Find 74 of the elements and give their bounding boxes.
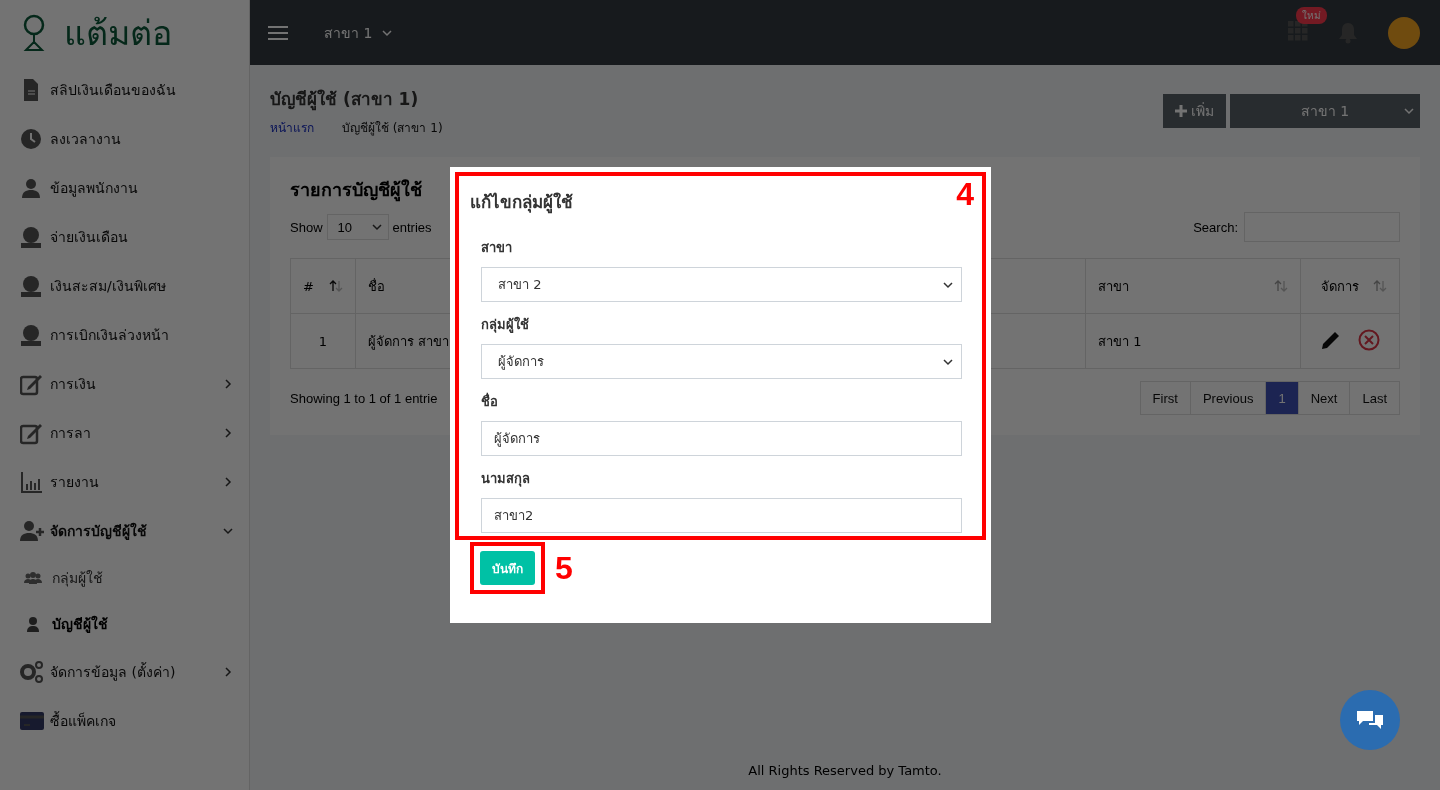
breadcrumb-link[interactable]: หน้าแรก bbox=[270, 118, 314, 137]
select-field[interactable]: ผู้จัดการ bbox=[481, 344, 962, 379]
sidebar-item[interactable]: รายงาน bbox=[0, 457, 249, 506]
breadcrumb-item: บัญชีผู้ใช้ (สาขา 1) bbox=[342, 120, 443, 137]
step-number: 4 bbox=[956, 176, 974, 213]
page-title: บัญชีผู้ใช้ (สาขา 1) bbox=[270, 88, 420, 112]
entries-label: entries bbox=[392, 219, 432, 235]
app-logo: แต้มต่อ bbox=[64, 11, 172, 55]
sidebar-item[interactable]: ลงเวลางาน bbox=[0, 114, 249, 163]
user-plus-icon bbox=[20, 518, 44, 543]
field-label: ชื่อ bbox=[481, 391, 499, 411]
step-number: 5 bbox=[555, 549, 573, 587]
column-header[interactable]: สาขา bbox=[1085, 258, 1301, 314]
chevron-icon bbox=[223, 378, 233, 389]
select-field[interactable]: สาขา 2 bbox=[481, 267, 962, 302]
field-label: สาขา bbox=[481, 239, 513, 257]
chevron-icon bbox=[1404, 106, 1414, 116]
sort-icon[interactable] bbox=[1274, 279, 1288, 293]
sidebar-item[interactable]: การเงิน bbox=[0, 359, 249, 408]
copyright-text: All Rights Reserved by Tamto. bbox=[747, 762, 943, 780]
sidebar-item[interactable]: การเบิกเงินล่วงหน้า bbox=[0, 310, 249, 359]
sidebar-item[interactable]: การลา bbox=[0, 408, 249, 457]
page-button[interactable]: First bbox=[1139, 381, 1191, 415]
table-cell: สาขา 1 bbox=[1085, 313, 1301, 369]
bar-chart-icon bbox=[20, 469, 44, 494]
chevron-icon bbox=[371, 222, 382, 232]
chevron-icon bbox=[943, 356, 953, 367]
card-title: รายการบัญชีผู้ใช้ bbox=[290, 178, 422, 204]
sidebar-subitem[interactable]: กลุ่มผู้ใช้ bbox=[0, 555, 249, 601]
sidebar-item[interactable]: เงินสะสม/เงินพิเศษ bbox=[0, 261, 249, 310]
grid-icon[interactable] bbox=[1288, 21, 1308, 41]
chevron-icon bbox=[223, 666, 233, 677]
input-field[interactable]: ผู้จัดการ bbox=[481, 421, 962, 456]
new-badge: ใหม่ bbox=[1296, 7, 1327, 24]
page-button[interactable]: Last bbox=[1349, 381, 1400, 415]
chevron-icon bbox=[223, 476, 233, 487]
search-label: Search: bbox=[1193, 219, 1238, 235]
avatar[interactable] bbox=[1388, 16, 1420, 49]
sort-icon[interactable] bbox=[1373, 279, 1387, 293]
add-button[interactable]: เพิ่ม bbox=[1163, 94, 1226, 128]
page-button[interactable]: Previous bbox=[1189, 381, 1267, 415]
sidebar-item[interactable]: จัดการข้อมูล (ตั้งค่า) bbox=[0, 647, 249, 696]
sidebar-subitem[interactable]: บัญชีผู้ใช้ bbox=[0, 601, 249, 647]
users-icon bbox=[24, 570, 42, 586]
input-field[interactable]: สาขา2 bbox=[481, 498, 962, 533]
gears-icon bbox=[20, 659, 44, 684]
page-button[interactable]: 1 bbox=[1265, 381, 1299, 415]
menu-icon[interactable] bbox=[268, 24, 288, 41]
chevron-icon bbox=[223, 525, 233, 536]
branch-select[interactable]: สาขา 1 bbox=[1230, 94, 1420, 128]
dialog-title: แก้ไขกลุ่มผู้ใช้ bbox=[470, 191, 574, 215]
field-label: นามสกุล bbox=[481, 470, 531, 489]
table-info: Showing 1 to 1 of 1 entrie bbox=[290, 390, 438, 406]
sidebar-item[interactable]: สลิปเงินเดือนของฉัน bbox=[0, 65, 249, 114]
clock-icon bbox=[20, 126, 44, 151]
page-size-select[interactable]: 10 bbox=[326, 214, 389, 240]
sidebar-item[interactable]: จัดการบัญชีผู้ใช้ bbox=[0, 506, 249, 555]
page-button[interactable]: Next bbox=[1297, 381, 1351, 415]
sidebar-item[interactable]: จ่ายเงินเดือน bbox=[0, 212, 249, 261]
close-icon[interactable] bbox=[1358, 328, 1381, 351]
sidebar-item[interactable]: ซื้อแพ็คเกจ bbox=[0, 696, 249, 745]
column-header[interactable]: จัดการ bbox=[1300, 258, 1400, 314]
save-button[interactable]: บันทึก bbox=[480, 551, 535, 585]
column-header[interactable]: # bbox=[290, 258, 356, 314]
plus-icon bbox=[1175, 105, 1187, 117]
chevron-icon bbox=[223, 427, 233, 438]
chevron-icon bbox=[943, 279, 953, 290]
table-cell: 1 bbox=[290, 313, 356, 369]
show-label: Show bbox=[290, 219, 323, 235]
branch-dropdown[interactable]: สาขา 1 bbox=[318, 20, 399, 45]
chevron-icon bbox=[382, 27, 393, 38]
sidebar-item[interactable]: ข้อมูลพนักงาน bbox=[0, 163, 249, 212]
user-icon bbox=[24, 616, 42, 632]
sort-icon[interactable] bbox=[329, 279, 343, 293]
